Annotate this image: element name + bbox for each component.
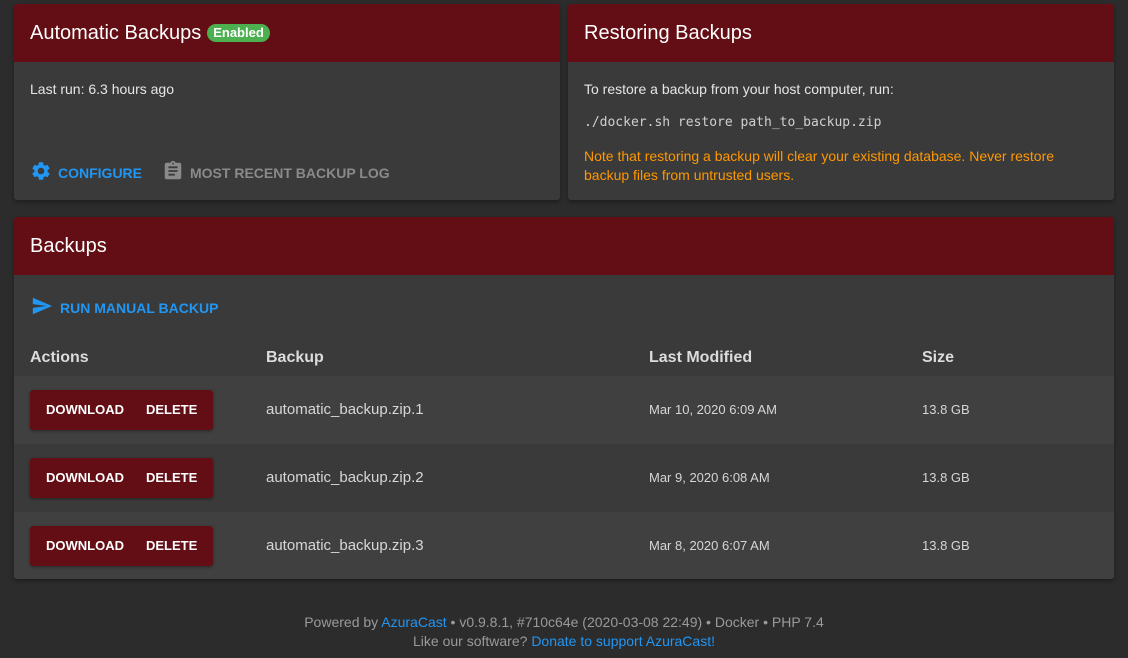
row-action-buttons: Download Delete: [30, 526, 214, 566]
donate-link[interactable]: Donate to support AzuraCast!: [531, 633, 715, 649]
delete-button[interactable]: Delete: [140, 458, 213, 498]
clipboard-icon: [162, 160, 190, 185]
delete-button[interactable]: Delete: [140, 390, 213, 430]
backup-filename: automatic_backup.zip.2: [266, 469, 424, 486]
configure-button[interactable]: Configure: [30, 160, 142, 185]
table-row: Download Delete automatic_backup.zip.1 M…: [14, 376, 1114, 444]
like-software-text: Like our software?: [413, 633, 528, 649]
backup-last-modified: Mar 10, 2020 6:09 AM: [649, 402, 777, 417]
run-manual-backup-label: Run Manual Backup: [60, 299, 219, 316]
automatic-backups-card: Automatic Backups Enabled Last run: 6.3 …: [14, 4, 560, 200]
restore-warning: Note that restoring a backup will clear …: [584, 148, 1055, 183]
restore-instruction: To restore a backup from your host compu…: [584, 81, 894, 97]
backups-header: Backups: [14, 217, 1114, 275]
column-header-backup: Backup: [266, 349, 324, 366]
row-action-buttons: Download Delete: [30, 390, 214, 430]
backup-last-modified: Mar 8, 2020 6:07 AM: [649, 538, 770, 553]
restoring-backups-header: Restoring Backups: [568, 4, 1114, 62]
footer-donate: Like our software? Donate to support Azu…: [0, 633, 1128, 649]
gear-icon: [30, 160, 58, 185]
footer-powered-by: Powered by AzuraCast • v0.9.8.1, #710c64…: [0, 614, 1128, 630]
backups-card: Backups Run Manual Backup Actions Backup…: [14, 217, 1114, 579]
backup-size: 13.8 GB: [922, 470, 970, 485]
backup-size: 13.8 GB: [922, 402, 970, 417]
automatic-backups-header: Automatic Backups Enabled: [14, 4, 560, 62]
restoring-backups-card: Restoring Backups To restore a backup fr…: [568, 4, 1114, 200]
backups-title: Backups: [30, 234, 107, 257]
restoring-backups-title: Restoring Backups: [584, 21, 752, 44]
backup-filename: automatic_backup.zip.1: [266, 401, 424, 418]
powered-by-prefix: Powered by: [304, 614, 379, 630]
send-icon: [30, 295, 60, 320]
download-button[interactable]: Download: [30, 526, 140, 566]
automatic-backups-title-text: Automatic Backups: [30, 21, 202, 44]
backup-filename: automatic_backup.zip.3: [266, 537, 424, 554]
delete-button[interactable]: Delete: [140, 526, 213, 566]
most-recent-backup-log-button[interactable]: Most Recent Backup Log: [162, 160, 390, 185]
column-header-last-modified: Last Modified: [649, 349, 753, 366]
column-header-size: Size: [922, 349, 955, 366]
download-button[interactable]: Download: [30, 390, 140, 430]
row-action-buttons: Download Delete: [30, 458, 214, 498]
backup-size: 13.8 GB: [922, 538, 970, 553]
automatic-backups-title: Automatic Backups Enabled: [30, 22, 270, 45]
enabled-badge: Enabled: [207, 24, 270, 42]
version-info: • v0.9.8.1, #710c64e (2020-03-08 22:49) …: [450, 614, 824, 630]
azuracast-link[interactable]: AzuraCast: [381, 614, 446, 630]
download-button[interactable]: Download: [30, 458, 140, 498]
run-manual-backup-button[interactable]: Run Manual Backup: [30, 295, 218, 320]
column-header-actions: Actions: [30, 349, 89, 366]
last-run-text: Last run: 6.3 hours ago: [30, 81, 174, 97]
backup-last-modified: Mar 9, 2020 6:08 AM: [649, 470, 770, 485]
table-row: Download Delete automatic_backup.zip.3 M…: [14, 512, 1114, 579]
table-row: Download Delete automatic_backup.zip.2 M…: [14, 444, 1114, 512]
configure-label: Configure: [58, 164, 142, 181]
backup-log-label: Most Recent Backup Log: [190, 164, 390, 181]
restore-command: ./docker.sh restore path_to_backup.zip: [584, 115, 882, 130]
